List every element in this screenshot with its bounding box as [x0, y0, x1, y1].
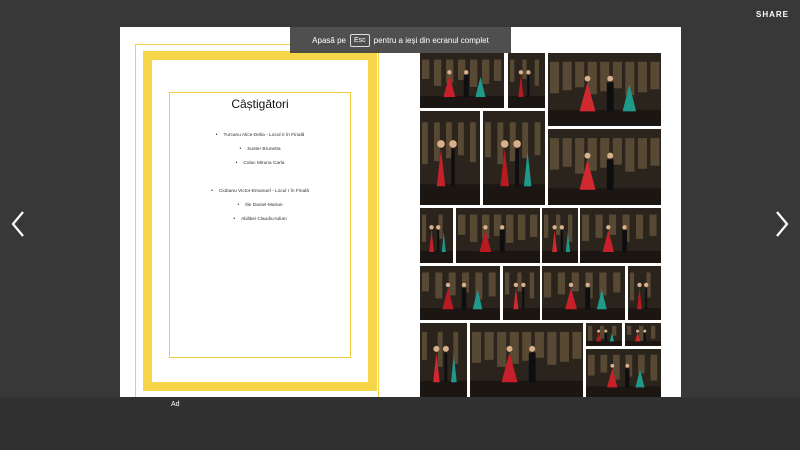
chevron-left-icon [11, 211, 24, 237]
list-item: Ilie Daniel-Marian [169, 201, 351, 215]
photo-tile [420, 208, 453, 263]
esc-key-icon: Esc [349, 33, 370, 47]
photo-tile [483, 111, 545, 205]
ad-label: Ad [171, 401, 180, 408]
photo-tile [542, 266, 625, 320]
list-item: Ciobanu Victor-Emanuel - Locul I în Fina… [169, 187, 351, 201]
photo-tile [456, 208, 540, 263]
photo-tile [625, 323, 661, 346]
photo-tile [628, 266, 661, 320]
photo-tile [420, 111, 480, 205]
previous-page-button[interactable] [7, 208, 31, 240]
winners-list-group-2: Ciobanu Victor-Emanuel - Locul I în Fina… [169, 187, 351, 229]
photo-tile [586, 349, 661, 397]
list-item: Suster Brunetta [169, 145, 351, 159]
photo-tile [420, 323, 467, 397]
winners-list-group-1: Turcanu Alice-Delia - Locul II în Finală… [169, 131, 351, 173]
document-spread: Câștigători Turcanu Alice-Delia - Locul … [120, 27, 681, 397]
photo-tile [548, 53, 661, 126]
photo-tile [586, 323, 622, 346]
list-item: Colac Miruna Carla [169, 159, 351, 173]
photo-tile [420, 266, 500, 320]
fullscreen-viewer: SHARE Câștigători Turcanu Alice-Delia - … [0, 0, 800, 397]
photo-tile [470, 323, 583, 397]
list-item: Abăbei Claudiu-Iulian [169, 215, 351, 229]
next-page-button[interactable] [769, 208, 793, 240]
photo-tile [548, 129, 661, 205]
photo-tile [542, 208, 578, 263]
photo-tile [503, 266, 540, 320]
chevron-right-icon [776, 211, 789, 237]
photo-tile [508, 53, 545, 108]
share-button[interactable]: SHARE [756, 10, 789, 19]
ad-bar: Ad [0, 397, 800, 450]
fullscreen-exit-notice: Apasă pe Esc pentru a ieși din ecranul c… [290, 27, 511, 53]
notice-text-before: Apasă pe [312, 35, 346, 45]
notice-text-after: pentru a ieși din ecranul complet [373, 35, 489, 45]
page-title: Câștigători [231, 97, 289, 111]
photo-tile [580, 208, 661, 263]
photo-tile [420, 53, 504, 108]
list-item: Turcanu Alice-Delia - Locul II în Finală [169, 131, 351, 145]
